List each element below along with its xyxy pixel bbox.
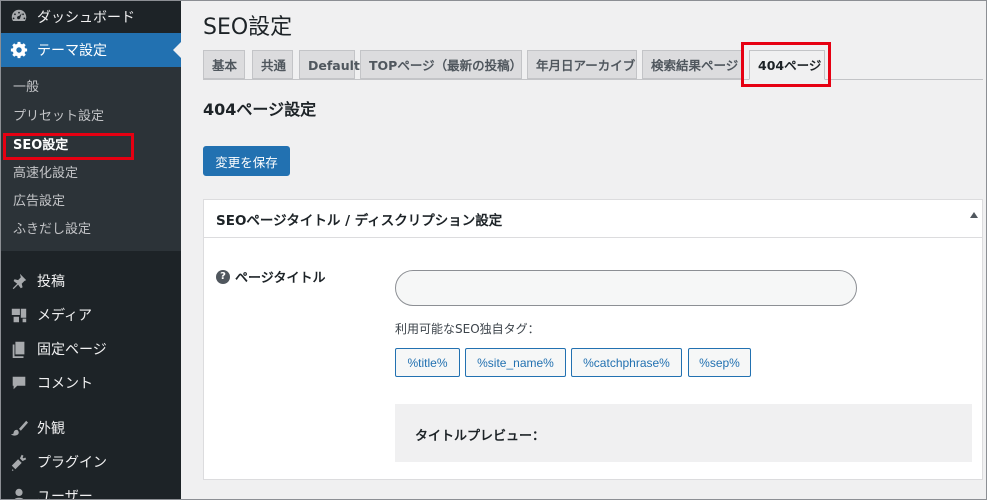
menu-users[interactable]: ユーザー [0, 479, 181, 500]
collapse-arrow-icon[interactable] [970, 212, 978, 218]
menu-media[interactable]: メディア [0, 298, 181, 332]
submenu-general[interactable]: 一般 [13, 77, 39, 99]
menu-label: テーマ設定 [37, 43, 107, 59]
gear-icon [9, 40, 29, 60]
tab-common[interactable]: 共通 [252, 50, 293, 79]
menu-label: ユーザー [37, 489, 93, 500]
dashboard-icon [9, 7, 29, 27]
tab-search-results[interactable]: 検索結果ページ [642, 50, 744, 79]
section-title: 404ページ設定 [203, 100, 317, 119]
menu-posts[interactable]: 投稿 [0, 264, 181, 298]
title-preview-box: タイトルプレビュー： [395, 404, 972, 462]
menu-label: 外観 [37, 421, 65, 437]
submenu-balloon[interactable]: ふきだし設定 [13, 219, 91, 241]
menu-plugins[interactable]: プラグイン [0, 445, 181, 479]
media-icon [9, 305, 29, 325]
menu-label: 固定ページ [37, 342, 107, 358]
panel-title: SEOページタイトル / ディスクリプション設定 [216, 212, 503, 229]
tab-basic[interactable]: 基本 [203, 50, 245, 79]
field-label-text: ページタイトル [235, 271, 326, 286]
menu-appearance[interactable]: 外観 [0, 411, 181, 445]
tag-catchphrase-button[interactable]: %catchphrase% [571, 348, 682, 377]
available-tags-label: 利用可能なSEO独自タグ： [395, 322, 540, 336]
comment-icon [9, 373, 29, 393]
admin-sidebar: ダッシュボード テーマ設定 一般 プリセット設定 SEO設定 高速化設定 広告設… [0, 0, 181, 500]
menu-label: プラグイン [37, 455, 107, 471]
menu-theme-settings[interactable]: テーマ設定 [0, 33, 181, 67]
menu-pages[interactable]: 固定ページ [0, 332, 181, 366]
menu-label: 投稿 [37, 274, 65, 290]
menu-label: メディア [37, 308, 93, 324]
page-title-label: ? ページタイトル [216, 267, 325, 286]
tab-date-archive[interactable]: 年月日アーカイブ [527, 50, 637, 79]
tag-sep-button[interactable]: %sep% [688, 348, 751, 377]
title-preview-label: タイトルプレビュー： [415, 429, 546, 444]
menu-comments[interactable]: コメント [0, 366, 181, 400]
menu-label: コメント [37, 376, 93, 392]
tab-default[interactable]: Default [299, 50, 360, 79]
page-title-input[interactable] [395, 270, 857, 306]
menu-dashboard[interactable]: ダッシュボード [0, 0, 181, 33]
page-title: SEO設定 [203, 15, 293, 40]
page-icon [9, 339, 29, 359]
user-icon [9, 486, 29, 500]
menu-label: ダッシュボード [37, 9, 135, 26]
settings-tabs: 基本 共通 Default TOPページ（最新の投稿） 年月日アーカイブ 検索結… [203, 50, 983, 80]
plugin-icon [9, 452, 29, 472]
tag-site-name-button[interactable]: %site_name% [465, 348, 566, 377]
submenu-preset[interactable]: プリセット設定 [13, 106, 104, 128]
seo-title-panel: SEOページタイトル / ディスクリプション設定 ? ページタイトル 利用可能な… [203, 199, 983, 480]
submenu-ads[interactable]: 広告設定 [13, 191, 65, 213]
help-icon[interactable]: ? [216, 269, 230, 284]
tab-top-page[interactable]: TOPページ（最新の投稿） [360, 50, 522, 79]
submenu-speed[interactable]: 高速化設定 [13, 163, 78, 185]
tag-title-button[interactable]: %title% [395, 348, 460, 377]
main-content: SEO設定 基本 共通 Default TOPページ（最新の投稿） 年月日アーカ… [181, 0, 987, 500]
pin-icon [9, 271, 29, 291]
save-button[interactable]: 変更を保存 [203, 146, 290, 176]
tab-404-highlight-box [741, 42, 831, 87]
seo-highlight-box [3, 133, 134, 160]
panel-header[interactable]: SEOページタイトル / ディスクリプション設定 [204, 200, 982, 238]
brush-icon [9, 418, 29, 438]
